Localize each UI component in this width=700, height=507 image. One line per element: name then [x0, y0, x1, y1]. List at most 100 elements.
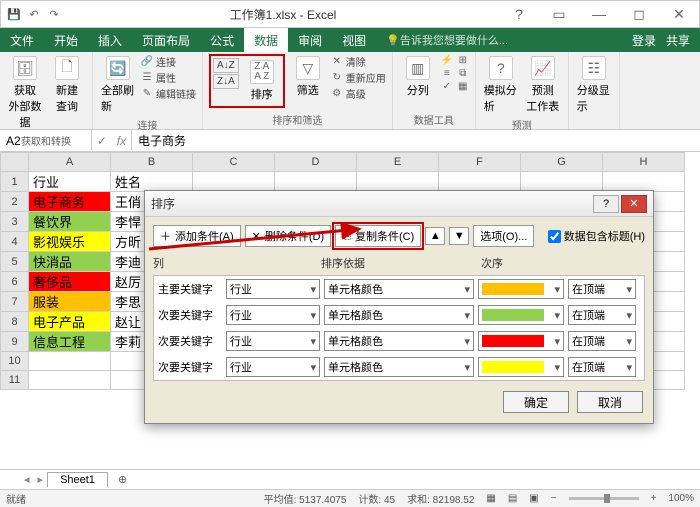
view-layout-icon[interactable]: ▤ [508, 493, 517, 504]
save-icon[interactable]: 💾 [7, 7, 21, 21]
cell[interactable]: 电子产品 [29, 312, 111, 332]
cell[interactable]: 行业 [29, 172, 111, 192]
position-select[interactable]: 在顶端 [568, 305, 636, 325]
advanced-filter-button[interactable]: ⚙高级 [331, 86, 386, 101]
cell[interactable]: 餐饮界 [29, 212, 111, 232]
row-header[interactable]: 3 [1, 212, 29, 232]
sorton-select[interactable]: 单元格颜色 [324, 357, 474, 377]
undo-icon[interactable]: ↶ [27, 7, 41, 21]
col-header[interactable]: B [111, 153, 193, 172]
new-sheet-button[interactable]: ⊕ [110, 473, 135, 486]
row-header[interactable]: 7 [1, 292, 29, 312]
cancel-button[interactable]: 取消 [577, 391, 643, 413]
col-header[interactable]: G [521, 153, 603, 172]
text-to-columns-button[interactable]: ▥分列 [399, 54, 437, 100]
forecast-button[interactable]: 📈预测 工作表 [524, 54, 562, 116]
delete-condition-button[interactable]: ✕删除条件(D) [245, 225, 332, 247]
color-select[interactable] [478, 357, 564, 377]
move-down-button[interactable]: ▼ [449, 227, 469, 245]
sort-asc-button[interactable]: A↓Z [213, 58, 239, 73]
zoom-out-icon[interactable]: − [551, 493, 557, 504]
sorton-select[interactable]: 单元格颜色 [324, 331, 474, 351]
flash-fill-icon[interactable]: ⚡ [441, 54, 453, 66]
view-break-icon[interactable]: ▣ [529, 493, 538, 504]
row-header[interactable]: 1 [1, 172, 29, 192]
sorton-select[interactable]: 单元格颜色 [324, 279, 474, 299]
view-normal-icon[interactable]: ▦ [486, 493, 495, 504]
cell[interactable]: 姓名 [111, 172, 193, 192]
relationships-icon[interactable]: ⧉ [457, 67, 469, 79]
col-header[interactable]: E [357, 153, 439, 172]
row-header[interactable]: 9 [1, 332, 29, 352]
row-header[interactable]: 10 [1, 352, 29, 371]
dialog-titlebar[interactable]: 排序 ? ✕ [145, 191, 653, 217]
tab-nav-prev[interactable]: ◂ [20, 473, 34, 486]
fx-label[interactable]: fx [117, 134, 126, 148]
column-select[interactable]: 行业 [226, 331, 320, 351]
clear-filter-button[interactable]: ✕清除 [331, 54, 386, 69]
select-all[interactable] [1, 153, 29, 172]
col-header[interactable]: D [275, 153, 357, 172]
zoom-in-icon[interactable]: + [651, 493, 657, 504]
ribbon-toggle-icon[interactable]: ▭ [539, 6, 579, 23]
share-button[interactable]: 共享 [666, 32, 690, 49]
color-select[interactable] [478, 331, 564, 351]
col-header[interactable]: H [603, 153, 685, 172]
remove-dup-icon[interactable]: ≡ [441, 67, 453, 79]
maximize-icon[interactable]: ◻ [619, 6, 659, 23]
edit-links-button[interactable]: ✎编辑链接 [141, 86, 196, 101]
name-box[interactable]: A2 [0, 130, 92, 151]
row-header[interactable]: 11 [1, 371, 29, 390]
tab-layout[interactable]: 页面布局 [132, 28, 200, 52]
sheet-tab[interactable]: Sheet1 [47, 472, 108, 487]
tell-me[interactable]: 💡 告诉我您想要做什么... [376, 28, 622, 52]
tab-insert[interactable]: 插入 [88, 28, 132, 52]
datamodel-icon[interactable]: ▦ [457, 80, 469, 92]
row-header[interactable]: 5 [1, 252, 29, 272]
move-up-button[interactable]: ▲ [425, 227, 445, 245]
sort-button[interactable]: Z AA Z排序 [243, 58, 281, 104]
row-header[interactable]: 2 [1, 192, 29, 212]
position-select[interactable]: 在顶端 [568, 331, 636, 351]
position-select[interactable]: 在顶端 [568, 357, 636, 377]
dialog-help-button[interactable]: ? [593, 195, 619, 213]
color-select[interactable] [478, 279, 564, 299]
tab-home[interactable]: 开始 [44, 28, 88, 52]
col-header[interactable]: C [193, 153, 275, 172]
tab-file[interactable]: 文件 [0, 28, 44, 52]
row-header[interactable]: 8 [1, 312, 29, 332]
header-checkbox-input[interactable] [548, 230, 561, 243]
properties-button[interactable]: ☰属性 [141, 70, 196, 85]
header-checkbox[interactable]: 数据包含标题(H) [548, 228, 645, 244]
tab-formula[interactable]: 公式 [200, 28, 244, 52]
new-query-button[interactable]: 🗋新建 查询 [48, 54, 86, 116]
options-button[interactable]: 选项(O)... [473, 225, 534, 247]
consolidate-icon[interactable]: ⊞ [457, 54, 469, 66]
color-select[interactable] [478, 305, 564, 325]
cell[interactable]: 快消品 [29, 252, 111, 272]
connections-button[interactable]: 🔗连接 [141, 54, 196, 69]
zoom-slider[interactable] [569, 497, 639, 500]
filter-button[interactable]: ▽筛选 [289, 54, 327, 100]
tab-review[interactable]: 审阅 [288, 28, 332, 52]
refresh-all-button[interactable]: 🔄全部刷新 [99, 54, 137, 116]
cell[interactable]: 信息工程 [29, 332, 111, 352]
help-icon[interactable]: ? [499, 6, 539, 23]
sorton-select[interactable]: 单元格颜色 [324, 305, 474, 325]
formula-input[interactable]: 电子商务 [132, 130, 700, 151]
col-header[interactable]: A [29, 153, 111, 172]
row-header[interactable]: 4 [1, 232, 29, 252]
copy-condition-button[interactable]: ⎘复制条件(C) [335, 225, 421, 247]
fx-icon[interactable]: ✓ [97, 134, 107, 148]
reapply-button[interactable]: ↻重新应用 [331, 70, 386, 85]
column-select[interactable]: 行业 [226, 279, 320, 299]
minimize-icon[interactable]: — [579, 6, 619, 23]
cell[interactable]: 奢侈品 [29, 272, 111, 292]
position-select[interactable]: 在顶端 [568, 279, 636, 299]
tab-view[interactable]: 视图 [332, 28, 376, 52]
tab-nav-next[interactable]: ▸ [34, 473, 48, 486]
validation-icon[interactable]: ✓ [441, 80, 453, 92]
dialog-close-button[interactable]: ✕ [621, 195, 647, 213]
zoom-value[interactable]: 100% [668, 493, 694, 504]
cell[interactable]: 电子商务 [29, 192, 111, 212]
